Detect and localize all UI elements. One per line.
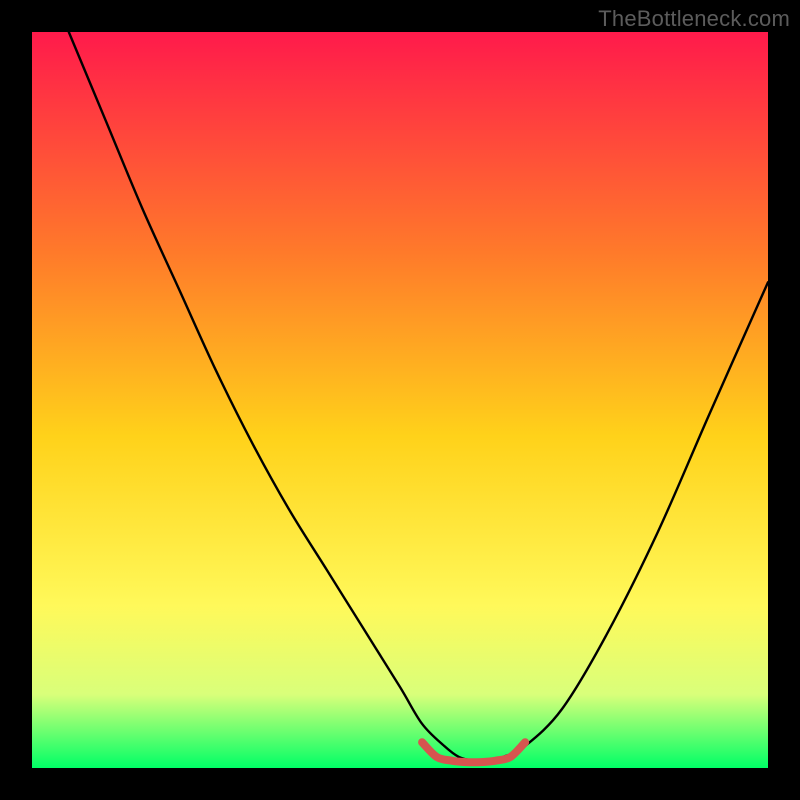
watermark-label: TheBottleneck.com — [598, 6, 790, 32]
gradient-background — [32, 32, 768, 768]
bottleneck-chart — [32, 32, 768, 768]
plot-area — [32, 32, 768, 768]
chart-frame: TheBottleneck.com — [0, 0, 800, 800]
